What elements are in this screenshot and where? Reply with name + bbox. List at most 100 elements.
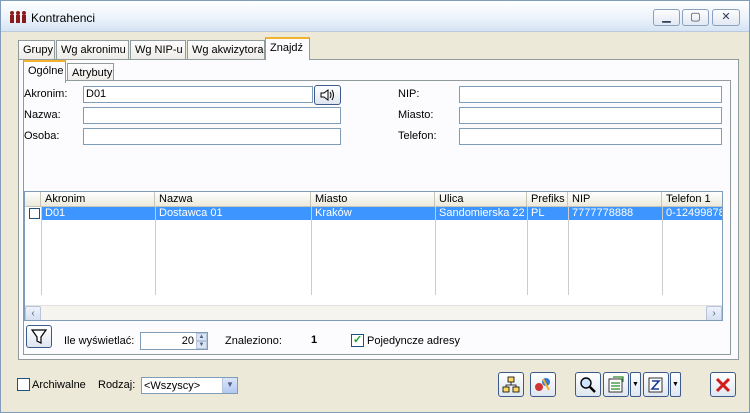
chevron-down-icon: ▼: [198, 342, 205, 348]
tab-label: Wg akronimu: [61, 44, 126, 56]
rodzaj-label: Rodzaj:: [98, 379, 136, 391]
column-divider: [155, 207, 156, 295]
close-button[interactable]: ✕: [712, 9, 740, 26]
rodzaj-select[interactable]: <Wszyscy> ▼: [141, 377, 238, 394]
column-header-telefon[interactable]: Telefon 1: [662, 192, 722, 207]
telefon-label: Telefon:: [398, 130, 437, 142]
maximize-button[interactable]: ▢: [682, 9, 709, 26]
znaleziono-count: 1: [311, 334, 318, 346]
filter-icon: [30, 329, 48, 344]
cell-nazwa: Dostawca 01: [159, 207, 223, 219]
export-button[interactable]: [603, 372, 629, 397]
archiwalne-label: Archiwalne: [32, 379, 86, 391]
column-header-ulica[interactable]: Ulica: [435, 192, 527, 207]
scroll-left-button[interactable]: ‹: [25, 306, 41, 320]
title-bar[interactable]: Kontrahenci ▁ ▢ ✕: [1, 1, 749, 32]
telefon-input[interactable]: [459, 128, 722, 145]
tab-label: Ogólne: [28, 65, 64, 77]
column-divider: [41, 207, 42, 295]
column-divider: [568, 207, 569, 295]
column-divider: [435, 207, 436, 295]
minimize-icon: ▁: [662, 11, 671, 23]
minimize-button[interactable]: ▁: [653, 9, 680, 26]
column-header-miasto[interactable]: Miasto: [311, 192, 435, 207]
tab-label: Wg NIP-u: [135, 44, 183, 56]
miasto-label: Miasto:: [398, 109, 434, 121]
tab-label: Znajdź: [270, 42, 304, 54]
export-icon: [608, 376, 624, 393]
column-divider: [311, 207, 312, 295]
tab-wg-akronimu[interactable]: Wg akronimu: [56, 40, 129, 60]
tab-grupy[interactable]: Grupy: [18, 40, 55, 60]
column-header-select[interactable]: [25, 192, 41, 207]
cancel-button[interactable]: [710, 372, 736, 397]
row-checkbox[interactable]: [29, 208, 40, 219]
cell-nip: 7777778888: [572, 207, 634, 219]
speaker-icon: [320, 89, 334, 101]
scroll-right-button[interactable]: ›: [706, 306, 722, 320]
sort-dropdown-button[interactable]: ▼: [670, 372, 681, 397]
chevron-down-icon: ▼: [632, 381, 639, 388]
chevron-down-icon: ▼: [222, 378, 237, 393]
hierarchy-icon: [502, 376, 520, 393]
archiwalne-checkbox[interactable]: [17, 378, 30, 391]
stepper-down-button[interactable]: ▼: [196, 341, 207, 349]
ile-wyswietlac-label: Ile wyświetlać:: [64, 335, 135, 347]
chevron-up-icon: ▲: [198, 334, 205, 340]
red-x-icon: [715, 377, 731, 393]
tab-label: Atrybuty: [72, 67, 113, 79]
tab-ogolne[interactable]: Ogólne: [23, 60, 66, 83]
column-header-akronim[interactable]: Akronim: [41, 192, 155, 207]
nip-label: NIP:: [398, 88, 420, 100]
hierarchy-button[interactable]: [498, 372, 524, 397]
osoba-input[interactable]: [83, 128, 341, 145]
results-grid[interactable]: Akronim Nazwa Miasto Ulica Prefiks NIP T…: [24, 191, 723, 321]
akronim-label: Akronim:: [24, 88, 68, 100]
miasto-input[interactable]: [459, 107, 722, 124]
znaleziono-label: Znaleziono:: [225, 335, 282, 347]
tab-label: Grupy: [23, 44, 53, 56]
tab-wg-nip[interactable]: Wg NIP-u: [130, 40, 186, 60]
filter-button[interactable]: [26, 325, 52, 348]
akronim-input[interactable]: D01: [83, 86, 313, 103]
pojedyncze-adresy-checkbox[interactable]: [351, 333, 364, 347]
grid-header: Akronim Nazwa Miasto Ulica Prefiks NIP T…: [25, 192, 722, 207]
cell-miasto: Kraków: [315, 207, 352, 219]
speaker-button[interactable]: [314, 85, 341, 105]
tab-label: Wg akwizytora: [192, 44, 264, 56]
cell-telefon: 0-12499878: [666, 207, 723, 219]
tab-wg-akwizytora[interactable]: Wg akwizytora: [187, 40, 265, 60]
ile-wyswietlac-stepper[interactable]: 20 ▲ ▼: [140, 332, 208, 350]
column-divider: [662, 207, 663, 295]
horizontal-scrollbar[interactable]: ‹ ›: [25, 305, 722, 320]
chevron-right-icon: ›: [712, 308, 716, 319]
magnifier-icon: [580, 377, 596, 393]
cell-prefiks: PL: [531, 207, 545, 219]
people-icon: [9, 10, 26, 24]
table-row[interactable]: D01 Dostawca 01 Kraków Sandomierska 22 P…: [41, 207, 723, 220]
column-header-nazwa[interactable]: Nazwa: [155, 192, 311, 207]
cell-akronim: D01: [45, 207, 66, 219]
nazwa-label: Nazwa:: [24, 109, 61, 121]
sort-az-icon: [648, 377, 663, 393]
search-button[interactable]: [575, 372, 601, 397]
sort-button[interactable]: [643, 372, 669, 397]
column-header-prefiks[interactable]: Prefiks: [527, 192, 568, 207]
chevron-left-icon: ‹: [31, 308, 35, 319]
window-title: Kontrahenci: [31, 11, 96, 25]
nip-input[interactable]: [459, 86, 722, 103]
kontrahenci-window: Kontrahenci ▁ ▢ ✕ Grupy Wg akronimu Wg N…: [0, 0, 750, 413]
chevron-down-icon: ▼: [672, 381, 679, 388]
tab-znajdz[interactable]: Znajdź: [265, 37, 310, 60]
stepper-up-button[interactable]: ▲: [196, 333, 207, 341]
export-dropdown-button[interactable]: ▼: [630, 372, 641, 397]
relations-button[interactable]: [530, 372, 556, 397]
rodzaj-value: <Wszyscy>: [144, 380, 201, 392]
stepper-value: 20: [181, 335, 194, 347]
osoba-label: Osoba:: [24, 130, 60, 142]
close-icon: ✕: [721, 11, 731, 23]
column-header-nip[interactable]: NIP: [568, 192, 662, 207]
pojedyncze-adresy-label: Pojedyncze adresy: [367, 335, 460, 347]
nazwa-input[interactable]: [83, 107, 341, 124]
column-divider: [527, 207, 528, 295]
